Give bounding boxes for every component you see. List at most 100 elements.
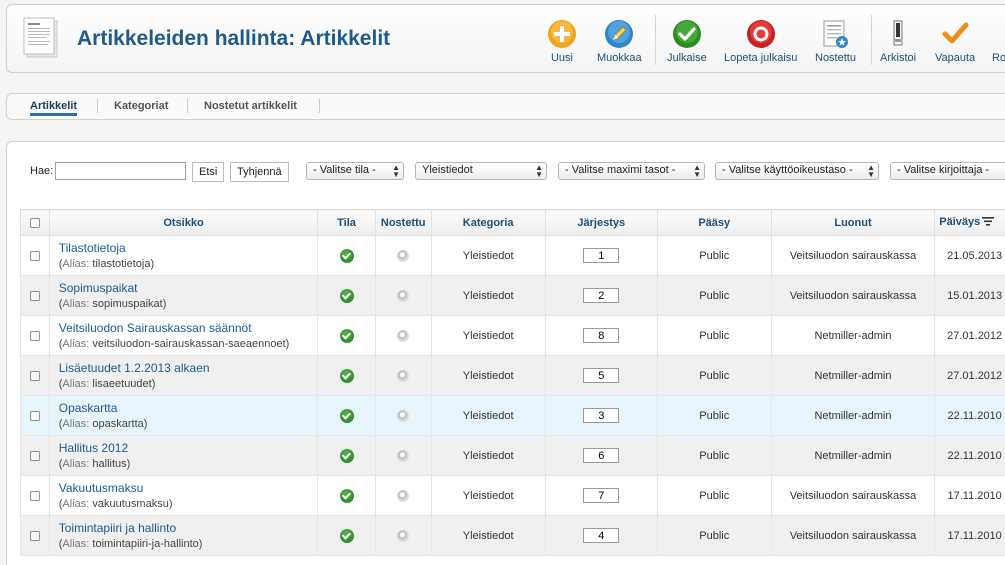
state-select[interactable]: - Valitse tila - ▲ ▼ <box>306 162 404 180</box>
author-cell[interactable]: Veitsiluodon sairauskassa <box>770 475 936 516</box>
table-row[interactable]: Lisäetuudet 1.2.2013 alkaen (Alias: lisae… <box>20 355 1005 396</box>
table-row[interactable]: Opaskartta (Alias: opaskartta) Yleistiedot… <box>20 395 1005 436</box>
not-featured-icon[interactable] <box>397 529 410 542</box>
tab-articles[interactable]: Artikkelit <box>30 100 78 116</box>
table-row[interactable]: Toimintapiiri ja hallinto (Alias: toimint… <box>20 515 1005 556</box>
max-level-select[interactable]: - Valitse maximi tasot - ▲ ▼ <box>558 162 705 180</box>
archive-button[interactable]: Arkistoi <box>880 19 916 64</box>
not-featured-icon[interactable] <box>397 409 410 422</box>
article-title-link[interactable]: Veitsiluodon Sairauskassan säännöt <box>59 321 318 335</box>
published-icon[interactable] <box>339 408 354 423</box>
publish-button[interactable]: Julkaise <box>667 19 707 64</box>
toolbar-header: Artikkeleiden hallinta: Artikkelit Uusi … <box>6 4 1005 73</box>
alias-label: Alias: <box>62 258 90 270</box>
article-title-link[interactable]: Vakuutusmaksu <box>59 481 318 495</box>
category-cell: Yleistiedot <box>430 395 546 436</box>
new-button[interactable]: Uusi <box>547 19 577 64</box>
ordering-input[interactable] <box>583 528 620 543</box>
row-checkbox[interactable] <box>29 450 40 461</box>
ordering-input[interactable] <box>583 448 620 463</box>
column-header-title[interactable]: Otsikko <box>48 209 319 236</box>
edit-button[interactable]: Muokkaa <box>597 19 642 64</box>
row-checkbox[interactable] <box>29 490 40 501</box>
not-featured-icon[interactable] <box>397 249 410 262</box>
table-row[interactable]: Vakuutusmaksu (Alias: vakuutusmaksu) Yleis… <box>20 475 1005 516</box>
table-row[interactable]: Sopimuspaikat (Alias: sopimuspaikat) Yleis… <box>20 275 1005 316</box>
table-header-row: Otsikko Tila Nostettu Kategoria Järjesty… <box>20 209 1005 236</box>
ordering-input[interactable] <box>583 368 620 383</box>
author-cell[interactable]: Veitsiluodon sairauskassa <box>770 515 936 556</box>
access-cell: Public <box>656 435 772 476</box>
not-featured-icon[interactable] <box>397 369 410 382</box>
author-cell[interactable]: Netmiller-admin <box>770 315 936 356</box>
column-header-featured[interactable]: Nostettu <box>374 209 432 236</box>
published-icon[interactable] <box>339 448 354 463</box>
ordering-input[interactable] <box>583 288 620 303</box>
column-header-ordering[interactable]: Järjestys <box>544 209 658 236</box>
article-title-link[interactable]: Tilastotietoja <box>59 241 318 255</box>
published-icon[interactable] <box>339 248 354 263</box>
row-checkbox[interactable] <box>29 410 40 421</box>
not-featured-icon[interactable] <box>397 489 410 502</box>
ordering-input[interactable] <box>583 248 620 263</box>
column-header-created-by[interactable]: Luonut <box>770 209 936 236</box>
not-featured-icon[interactable] <box>397 329 410 342</box>
category-select[interactable]: Yleistiedot ▲ ▼ <box>415 162 547 180</box>
tab-featured-articles[interactable]: Nostetut artikkelit <box>204 100 297 112</box>
row-checkbox[interactable] <box>29 370 40 381</box>
author-select[interactable]: - Valitse kirjoittaja - <box>890 162 1005 180</box>
row-checkbox[interactable] <box>29 250 40 261</box>
table-row[interactable]: Veitsiluodon Sairauskassan säännöt (Alias… <box>20 315 1005 356</box>
article-title-link[interactable]: Opaskartta <box>59 401 318 415</box>
author-cell[interactable]: Netmiller-admin <box>770 395 936 436</box>
author-cell[interactable]: Netmiller-admin <box>770 355 936 396</box>
access-cell: Public <box>656 235 772 276</box>
column-header-date-cell[interactable]: Päiväys <box>934 209 1005 236</box>
row-checkbox[interactable] <box>29 330 40 341</box>
published-icon[interactable] <box>339 528 354 543</box>
column-header-access[interactable]: Pääsy <box>656 209 772 236</box>
title-cell: Sopimuspaikat (Alias: sopimuspaikat) <box>48 275 319 316</box>
select-all-checkbox[interactable] <box>29 217 40 228</box>
search-input[interactable] <box>55 162 186 180</box>
author-cell[interactable]: Veitsiluodon sairauskassa <box>770 275 936 316</box>
row-select-cell <box>20 515 50 556</box>
search-button[interactable]: Etsi <box>192 162 225 182</box>
article-title-link[interactable]: Sopimuspaikat <box>59 281 318 295</box>
article-title-link[interactable]: Toimintapiiri ja hallinto <box>59 521 318 535</box>
unpublish-button[interactable]: Lopeta julkaisu <box>724 19 797 64</box>
title-cell: Veitsiluodon Sairauskassan säännöt (Alias… <box>48 315 319 356</box>
published-icon[interactable] <box>339 288 354 303</box>
column-header-category[interactable]: Kategoria <box>430 209 546 236</box>
max-level-select-value: - Valitse maximi tasot - <box>565 164 676 176</box>
column-header-state[interactable]: Tila <box>317 209 376 236</box>
select-all-cell <box>20 209 50 236</box>
author-cell[interactable]: Veitsiluodon sairauskassa <box>770 235 936 276</box>
select-arrows-icon: ▲ ▼ <box>535 163 543 179</box>
table-row[interactable]: Hallitus 2012 (Alias: hallitus) Yleistiedo… <box>20 435 1005 476</box>
ordering-input[interactable] <box>583 488 620 503</box>
published-icon[interactable] <box>339 328 354 343</box>
table-row[interactable]: Tilastotietoja (Alias: tilastotietoja) Yle… <box>20 235 1005 276</box>
clear-button[interactable]: Tyhjennä <box>230 162 289 182</box>
article-title-link[interactable]: Lisäetuudet 1.2.2013 alkaen <box>59 361 318 375</box>
published-icon[interactable] <box>339 368 354 383</box>
trash-button[interactable]: Ro <box>992 19 1005 64</box>
not-featured-icon[interactable] <box>397 289 410 302</box>
ordering-cell <box>544 475 658 516</box>
tab-categories[interactable]: Kategoriat <box>114 100 168 112</box>
date-cell: 22.11.2010 <box>934 435 1005 476</box>
row-checkbox[interactable] <box>29 530 40 541</box>
ordering-input[interactable] <box>583 408 620 423</box>
ordering-input[interactable] <box>583 328 620 343</box>
checkin-button[interactable]: Vapauta <box>935 19 975 64</box>
published-icon[interactable] <box>339 488 354 503</box>
access-select[interactable]: - Valitse käyttöoikeustaso - ▲ ▼ <box>715 162 879 180</box>
alias-value: opaskartta <box>92 418 144 430</box>
row-checkbox[interactable] <box>29 290 40 301</box>
article-title-link[interactable]: Hallitus 2012 <box>59 441 318 455</box>
featured-button[interactable]: Nostettu <box>815 19 856 64</box>
author-cell[interactable]: Netmiller-admin <box>770 435 936 476</box>
title-cell: Lisäetuudet 1.2.2013 alkaen (Alias: lisae… <box>48 355 319 396</box>
not-featured-icon[interactable] <box>397 449 410 462</box>
